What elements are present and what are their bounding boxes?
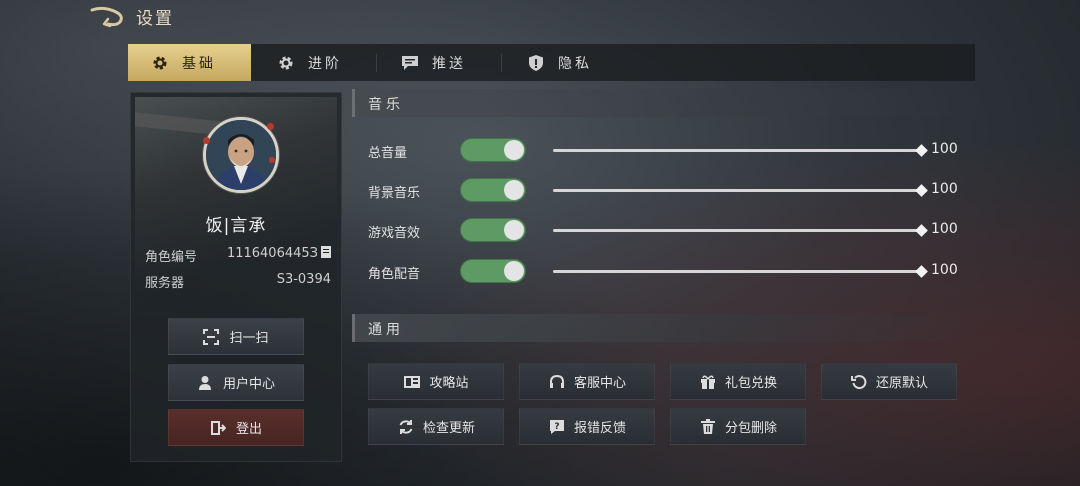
tab-label: 基础 — [182, 55, 216, 72]
logout-label: 登出 — [235, 422, 262, 437]
reset-icon — [850, 374, 868, 390]
toggle-knob — [504, 261, 524, 281]
role-id-label: 角色编号 — [145, 250, 198, 265]
user-center-button[interactable]: 用户中心 — [168, 364, 304, 401]
bgm-toggle[interactable] — [460, 178, 526, 202]
scan-icon — [203, 328, 220, 345]
trash-icon — [699, 418, 717, 435]
toggle-knob — [504, 140, 524, 160]
gift-redeem-button[interactable]: 礼包兑换 — [670, 363, 806, 400]
tab-divider — [501, 54, 502, 72]
headset-icon — [548, 374, 566, 390]
tab-label: 进阶 — [308, 55, 342, 72]
gift-icon — [699, 374, 717, 390]
bgm-label: 背景音乐 — [368, 186, 421, 201]
role-id-row: 1116406445З — [227, 246, 331, 261]
logout-icon — [210, 420, 226, 436]
master-volume-label: 总音量 — [368, 146, 408, 161]
voice-label: 角色配音 — [368, 267, 421, 282]
tab-bar: 基础 进阶 推送 隐私 — [128, 44, 975, 81]
bgm-value: 100 — [931, 181, 958, 197]
master-volume-toggle[interactable] — [460, 138, 526, 162]
copy-icon[interactable] — [321, 246, 331, 258]
back-icon[interactable] — [90, 6, 126, 28]
voice-toggle[interactable] — [460, 259, 526, 283]
bug-report-button[interactable]: ? 报错反馈 — [519, 408, 655, 445]
customer-service-label: 客服中心 — [573, 376, 626, 391]
music-section-title: 音乐 — [368, 97, 404, 113]
shield-icon — [526, 53, 546, 73]
user-icon — [197, 375, 213, 391]
tab-divider — [376, 54, 377, 72]
sfx-slider[interactable] — [553, 224, 928, 237]
music-section-header: 音乐 — [352, 89, 976, 117]
guide-site-button[interactable]: 攻略站 — [368, 363, 504, 400]
delete-package-button[interactable]: 分包删除 — [670, 408, 806, 445]
sfx-toggle[interactable] — [460, 218, 526, 242]
gift-redeem-label: 礼包兑换 — [724, 376, 777, 391]
avatar-bead — [267, 123, 274, 130]
sfx-label: 游戏音效 — [368, 226, 421, 241]
voice-row: 角色配音 100 — [368, 257, 968, 287]
check-update-button[interactable]: 检查更新 — [368, 408, 504, 445]
tab-label: 隐私 — [558, 55, 592, 72]
tab-label: 推送 — [432, 55, 466, 72]
tab-basic[interactable]: 基础 — [128, 44, 251, 81]
user-center-label: 用户中心 — [222, 377, 275, 392]
toggle-knob — [504, 220, 524, 240]
bgm-slider[interactable] — [553, 184, 928, 197]
feedback-icon: ? — [548, 419, 566, 435]
character-name: 饭|言承 — [205, 216, 267, 236]
book-icon — [403, 374, 421, 390]
sfx-value: 100 — [931, 221, 958, 237]
check-update-label: 检查更新 — [422, 421, 475, 436]
logout-button[interactable]: 登出 — [168, 409, 304, 446]
restore-default-label: 还原默认 — [875, 376, 928, 391]
general-section-header: 通用 — [352, 314, 976, 342]
slider-thumb[interactable] — [915, 184, 928, 197]
guide-site-label: 攻略站 — [429, 376, 469, 391]
role-id-value: 1116406445З — [226, 246, 318, 261]
master-volume-value: 100 — [931, 141, 958, 157]
slider-thumb[interactable] — [915, 265, 928, 278]
master-volume-slider[interactable] — [553, 144, 928, 157]
tab-advanced[interactable]: 进阶 — [276, 44, 342, 81]
restore-default-button[interactable]: 还原默认 — [821, 363, 957, 400]
master-volume-row: 总音量 100 — [368, 136, 968, 166]
svg-text:?: ? — [554, 422, 559, 432]
gear-icon — [150, 53, 170, 73]
scan-button[interactable]: 扫一扫 — [168, 318, 304, 355]
bgm-row: 背景音乐 100 — [368, 176, 968, 206]
sfx-row: 游戏音效 100 — [368, 216, 968, 246]
delete-package-label: 分包删除 — [724, 421, 777, 436]
avatar-bead — [203, 137, 210, 144]
general-section-title: 通用 — [368, 322, 404, 338]
slider-thumb[interactable] — [915, 144, 928, 157]
tab-push[interactable]: 推送 — [400, 44, 466, 81]
bug-report-label: 报错反馈 — [573, 421, 626, 436]
server-label: 服务器 — [145, 276, 185, 291]
voice-value: 100 — [931, 262, 958, 278]
scan-label: 扫一扫 — [229, 331, 269, 346]
customer-service-button[interactable]: 客服中心 — [519, 363, 655, 400]
profile-panel: 饭|言承 角色编号 1116406445З 服务器 S3-0394 扫一扫 用户… — [130, 92, 342, 462]
gear-icon — [276, 53, 296, 73]
server-value: S3-0394 — [276, 272, 331, 287]
message-icon — [400, 53, 420, 73]
page-title: 设置 — [136, 9, 174, 29]
avatar-bead — [269, 157, 275, 163]
toggle-knob — [504, 180, 524, 200]
refresh-icon — [397, 419, 415, 435]
tab-privacy[interactable]: 隐私 — [526, 44, 592, 81]
slider-thumb[interactable] — [915, 224, 928, 237]
voice-slider[interactable] — [553, 265, 928, 278]
